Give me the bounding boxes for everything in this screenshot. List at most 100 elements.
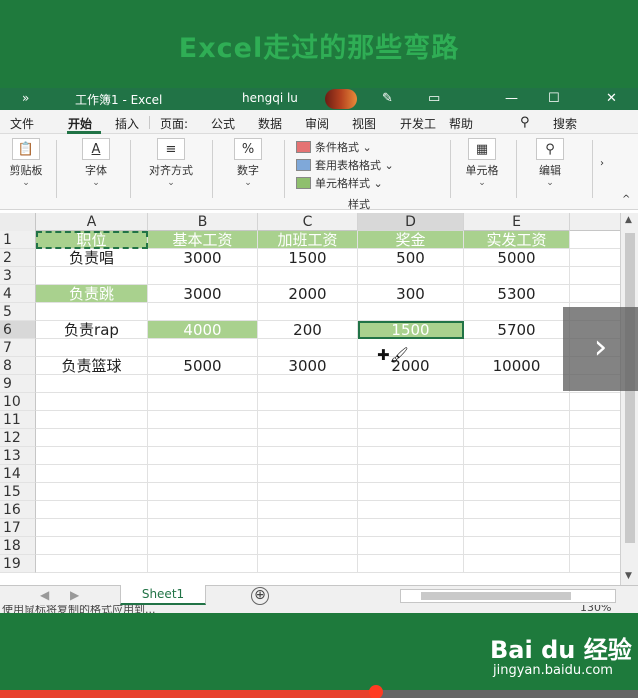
add-sheet-button[interactable]: ⊕	[251, 587, 269, 605]
editing-group[interactable]: ⚲ 编辑 ⌄	[528, 138, 572, 188]
cell-b6[interactable]: 4000	[148, 321, 258, 339]
avatar[interactable]	[325, 89, 357, 109]
tab-home[interactable]: 开始	[68, 115, 92, 132]
cell-c4[interactable]: 2000	[258, 285, 358, 303]
cell-d6[interactable]: 1500	[358, 321, 464, 339]
scroll-up-icon[interactable]: ▲	[625, 215, 632, 225]
cell-e1[interactable]: 实发工资	[464, 231, 570, 249]
ribbon-divider	[212, 140, 213, 198]
pen-icon[interactable]: ✎	[382, 91, 393, 106]
ribbon-divider	[450, 140, 451, 198]
next-slide-button[interactable]: ›	[563, 307, 638, 391]
minimize-icon[interactable]: —	[505, 91, 518, 106]
row-header[interactable]: 12	[0, 429, 36, 447]
h-scroll-thumb[interactable]	[421, 592, 571, 600]
row-header[interactable]: 3	[0, 267, 36, 285]
row-header[interactable]: 17	[0, 519, 36, 537]
search-icon[interactable]: ⚲	[520, 115, 530, 130]
cell-a4[interactable]: 负责跳	[36, 285, 148, 303]
table-format-button[interactable]: 套用表格格式 ⌄	[296, 156, 394, 174]
cells-group[interactable]: ▦ 单元格 ⌄	[458, 138, 506, 188]
row-header[interactable]: 4	[0, 285, 36, 303]
row-header[interactable]: 1	[0, 231, 36, 249]
ribbon-divider	[516, 140, 517, 198]
row-header[interactable]: 15	[0, 483, 36, 501]
column-header-e[interactable]: E	[464, 213, 570, 231]
column-header-b[interactable]: B	[148, 213, 258, 231]
tab-page-layout[interactable]: 页面:	[160, 115, 188, 132]
row-header[interactable]: 9	[0, 375, 36, 393]
column-header-a[interactable]: A	[36, 213, 148, 231]
collapse-ribbon-icon[interactable]: ^	[622, 194, 630, 205]
row-header[interactable]: 14	[0, 465, 36, 483]
cell-a8[interactable]: 负责篮球	[36, 357, 148, 375]
cell-e6[interactable]: 5700	[464, 321, 570, 339]
close-icon[interactable]: ✕	[606, 91, 617, 106]
cell-d4[interactable]: 300	[358, 285, 464, 303]
tab-view[interactable]: 视图	[352, 115, 376, 132]
row-header[interactable]: 7	[0, 339, 36, 357]
cell-a1[interactable]: 职位	[36, 231, 148, 249]
row-header[interactable]: 10	[0, 393, 36, 411]
video-progress-handle[interactable]	[369, 685, 383, 698]
row-header[interactable]: 13	[0, 447, 36, 465]
cell-e2[interactable]: 5000	[464, 249, 570, 267]
cell-b2[interactable]: 3000	[148, 249, 258, 267]
user-name[interactable]: hengqi lu	[242, 91, 298, 105]
tab-data[interactable]: 数据	[258, 115, 282, 132]
maximize-icon[interactable]: ☐	[548, 91, 560, 106]
row-header[interactable]: 11	[0, 411, 36, 429]
row-header[interactable]: 8	[0, 357, 36, 375]
sheet-next-icon[interactable]: ▶	[70, 588, 79, 602]
row-header[interactable]: 6	[0, 321, 36, 339]
row-header[interactable]: 18	[0, 537, 36, 555]
cell-c6[interactable]: 200	[258, 321, 358, 339]
cell-b4[interactable]: 3000	[148, 285, 258, 303]
horizontal-scrollbar[interactable]	[400, 589, 616, 603]
tab-insert[interactable]: 插入	[115, 115, 139, 132]
cell-c8[interactable]: 3000	[258, 357, 358, 375]
vertical-scrollbar[interactable]: ▲ ▼	[620, 213, 638, 585]
tab-review[interactable]: 审阅	[305, 115, 329, 132]
clipboard-group[interactable]: 📋 剪贴板 ⌄	[4, 138, 48, 188]
row-header[interactable]: 16	[0, 501, 36, 519]
cell-c2[interactable]: 1500	[258, 249, 358, 267]
ribbon-display-icon[interactable]: ▭	[428, 91, 440, 106]
tab-formulas[interactable]: 公式	[211, 115, 235, 132]
cell-d2[interactable]: 500	[358, 249, 464, 267]
conditional-format-button[interactable]: 条件格式 ⌄	[296, 138, 394, 156]
cell-d8[interactable]: 2000	[358, 357, 464, 375]
cell-a6[interactable]: 负责rap	[36, 321, 148, 339]
tab-search[interactable]: 搜索	[553, 115, 577, 132]
row-header[interactable]: 19	[0, 555, 36, 573]
cell-c1[interactable]: 加班工资	[258, 231, 358, 249]
sheet-tab[interactable]: Sheet1	[120, 585, 206, 605]
row-header[interactable]: 2	[0, 249, 36, 267]
tab-file[interactable]: 文件	[10, 115, 34, 132]
row-header[interactable]: 5	[0, 303, 36, 321]
font-group[interactable]: A 字体 ⌄	[74, 138, 118, 188]
cell-e8[interactable]: 10000	[464, 357, 570, 375]
alignment-group[interactable]: ≡ 对齐方式 ⌄	[138, 138, 204, 188]
alignment-label: 对齐方式	[149, 164, 193, 177]
column-line	[147, 231, 148, 573]
cell-e4[interactable]: 5300	[464, 285, 570, 303]
cell-style-button[interactable]: 单元格样式 ⌄	[296, 174, 394, 192]
scroll-down-icon[interactable]: ▼	[625, 571, 632, 581]
column-header-d[interactable]: D	[358, 213, 464, 231]
number-group[interactable]: % 数字 ⌄	[226, 138, 270, 188]
cell-b1[interactable]: 基本工资	[148, 231, 258, 249]
tab-help[interactable]: 帮助	[449, 115, 473, 132]
title-bar: » 工作簿1 - Excel hengqi lu ✎ ▭ — ☐ ✕	[0, 88, 638, 110]
cell-a2[interactable]: 负责唱	[36, 249, 148, 267]
select-all-corner[interactable]	[0, 213, 36, 231]
sheet-prev-icon[interactable]: ◀	[40, 588, 49, 602]
cell-d1[interactable]: 奖金	[358, 231, 464, 249]
zoom-level[interactable]: 130%	[580, 605, 611, 613]
ribbon-divider	[130, 140, 131, 198]
ribbon-scroll-right-icon[interactable]: ›	[600, 158, 604, 169]
quick-access-more-button[interactable]: »	[22, 91, 29, 105]
cell-b8[interactable]: 5000	[148, 357, 258, 375]
tab-developer[interactable]: 开发工	[400, 115, 436, 132]
column-header-c[interactable]: C	[258, 213, 358, 231]
